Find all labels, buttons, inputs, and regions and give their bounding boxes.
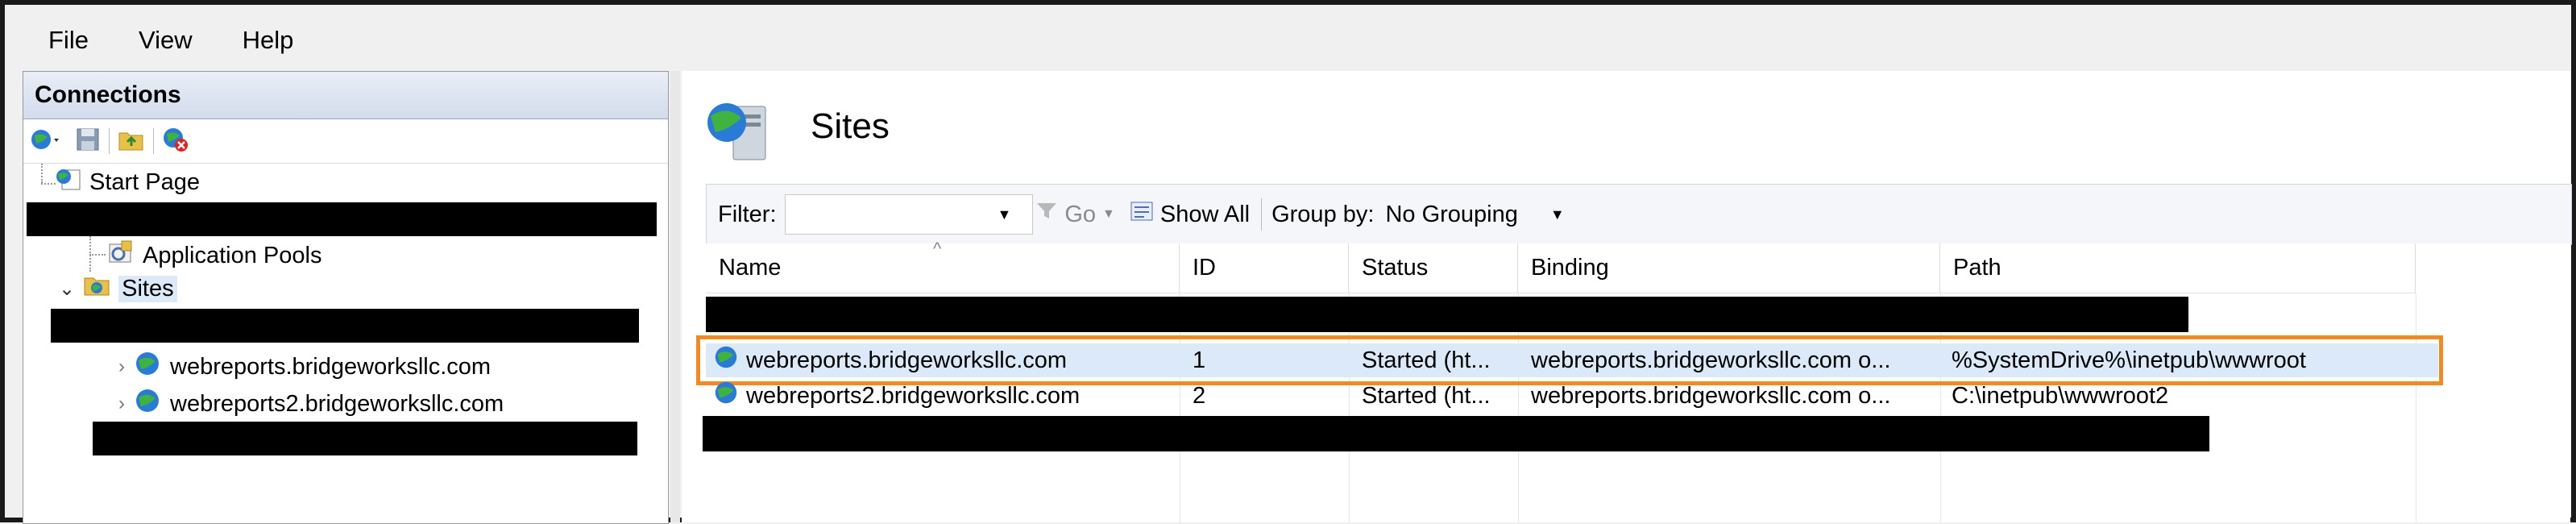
go-button[interactable]: Go ▼	[1035, 201, 1115, 228]
up-folder-icon[interactable]	[118, 127, 145, 156]
tree-item-application-pools[interactable]: Application Pools	[107, 239, 321, 272]
tree-label-site-1: webreports.bridgeworksllc.com	[170, 353, 492, 380]
cell-id: 2	[1193, 382, 1206, 409]
redacted-row	[706, 297, 2188, 332]
sort-ascending-icon: ^	[933, 239, 942, 259]
globe-icon	[712, 380, 740, 412]
sites-content: Sites Filter: ▼ Go ▼ Show All Group by:	[682, 71, 2572, 522]
cell-status: Started (ht...	[1362, 382, 1491, 409]
tree-item-start-page[interactable]: Start Page	[56, 167, 200, 198]
tree-item-site-2[interactable]: › webreports2.bridgeworksllc.com	[118, 388, 504, 420]
column-header-status[interactable]: Status	[1349, 243, 1518, 293]
tree-label-start-page: Start Page	[89, 168, 201, 195]
go-dropdown-arrow-icon: ▼	[1102, 207, 1115, 221]
connect-globe-icon[interactable]	[30, 126, 67, 157]
column-header-name[interactable]: Name ^	[706, 239, 1180, 293]
show-all-icon	[1128, 199, 1155, 230]
filter-dropdown-arrow-icon[interactable]: ▼	[998, 206, 1012, 223]
redacted-block	[93, 422, 637, 455]
cell-binding: webreports.bridgeworksllc.com o...	[1531, 382, 1891, 409]
selection-outline	[696, 335, 2443, 385]
redacted-block	[27, 202, 657, 236]
tree-label-site-2: webreports2.bridgeworksllc.com	[170, 390, 504, 417]
tree-item-site-1[interactable]: › webreports.bridgeworksllc.com	[118, 351, 491, 383]
filter-label: Filter:	[718, 201, 777, 227]
pane-splitter[interactable]	[670, 71, 680, 522]
sites-folder-icon	[83, 273, 110, 304]
tree-label-sites: Sites	[118, 275, 177, 302]
group-by-label: Group by:	[1271, 201, 1375, 227]
menu-help[interactable]: Help	[243, 26, 294, 55]
chevron-right-icon[interactable]: ›	[118, 356, 125, 378]
window-frame: File View Help Connections Start Page Ap…	[0, 0, 2576, 524]
table-row-site-2[interactable]: webreports2.bridgeworksllc.com 2 Started…	[706, 379, 2438, 413]
chevron-right-icon[interactable]: ›	[118, 393, 125, 415]
save-icon[interactable]	[75, 127, 101, 156]
column-header-binding[interactable]: Binding	[1518, 243, 1940, 293]
connections-toolbar	[23, 119, 668, 164]
group-by-select[interactable]: No Grouping ▼	[1385, 202, 1564, 228]
group-by-dropdown-arrow-icon: ▼	[1549, 206, 1565, 222]
page-title: Sites	[811, 106, 890, 146]
filter-input[interactable]	[784, 194, 1033, 235]
redacted-row	[703, 416, 2209, 451]
menu-file[interactable]: File	[48, 26, 89, 55]
chevron-down-icon[interactable]: ⌄	[59, 277, 75, 301]
sites-server-icon	[701, 97, 774, 168]
cell-name: webreports2.bridgeworksllc.com	[746, 382, 1081, 409]
filter-bar: Filter: ▼ Go ▼ Show All Group by: No Gro…	[706, 184, 2572, 245]
menu-bar: File View Help	[11, 16, 2565, 64]
funnel-icon	[1035, 201, 1058, 228]
globe-icon	[133, 351, 162, 383]
cell-path: C:\inetpub\wwwroot2	[1952, 382, 2169, 409]
globe-icon	[133, 388, 162, 420]
sites-grid: Name ^ ID Status Binding Path webreports…	[696, 239, 2570, 522]
tree-item-sites[interactable]: ⌄ Sites	[59, 273, 177, 304]
application-pools-icon	[107, 239, 135, 272]
redacted-block	[51, 309, 639, 343]
title-row: Sites	[682, 71, 2570, 176]
column-header-path[interactable]: Path	[1940, 243, 2416, 293]
start-page-icon	[56, 167, 81, 198]
disconnect-icon[interactable]	[162, 126, 189, 157]
column-header-id[interactable]: ID	[1180, 243, 1349, 293]
menu-view[interactable]: View	[139, 26, 193, 55]
show-all-button[interactable]: Show All	[1128, 199, 1250, 230]
connections-header: Connections	[23, 72, 668, 119]
tree-label-application-pools: Application Pools	[143, 242, 322, 268]
connections-pane: Connections Start Page Application Pools…	[23, 71, 669, 524]
